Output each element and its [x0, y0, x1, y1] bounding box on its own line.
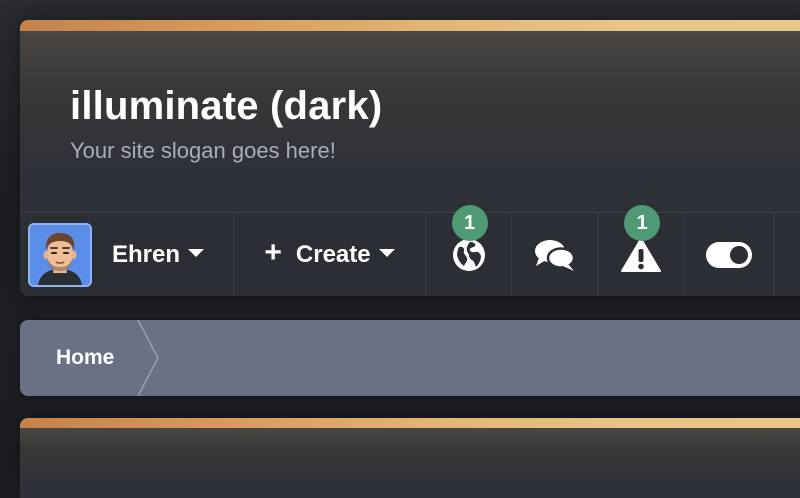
conversations-button[interactable] — [512, 213, 598, 296]
create-button[interactable]: + Create — [234, 213, 426, 296]
chevron-down-icon — [188, 249, 205, 257]
style-variation-toggle[interactable] — [685, 213, 774, 296]
breadcrumb: Home — [20, 320, 800, 396]
breadcrumb-label: Home — [56, 346, 115, 369]
alerts-button[interactable]: 1 — [598, 205, 685, 296]
site-slogan: Your site slogan goes here! — [70, 138, 336, 163]
whats-new-button[interactable]: 1 — [426, 205, 512, 296]
alerts-badge: 1 — [624, 205, 660, 241]
site-header: illuminate (dark) Your site slogan goes … — [20, 20, 800, 296]
warning-icon — [621, 238, 661, 272]
globe-icon — [452, 239, 485, 271]
breadcrumb-separator — [137, 320, 159, 396]
content-accent-bar — [20, 418, 800, 428]
site-title[interactable]: illuminate (dark) — [70, 84, 382, 129]
user-avatar[interactable] — [28, 223, 92, 287]
memoji-avatar-icon — [30, 225, 90, 285]
user-menu-button[interactable]: Ehren — [20, 213, 234, 296]
create-label: Create — [295, 241, 371, 268]
user-name: Ehren — [112, 241, 181, 268]
content-panel — [20, 418, 800, 498]
breadcrumb-item-home[interactable]: Home — [20, 320, 114, 396]
header-accent-bar — [20, 20, 800, 31]
chevron-down-icon — [378, 249, 395, 257]
chat-bubbles-icon — [534, 240, 575, 271]
content-glow — [20, 428, 800, 498]
toggle-icon — [706, 242, 752, 268]
plus-icon: + — [264, 236, 282, 269]
whats-new-badge: 1 — [451, 205, 488, 241]
user-nav-bar: Ehren + Create 1 1 — [20, 205, 800, 296]
